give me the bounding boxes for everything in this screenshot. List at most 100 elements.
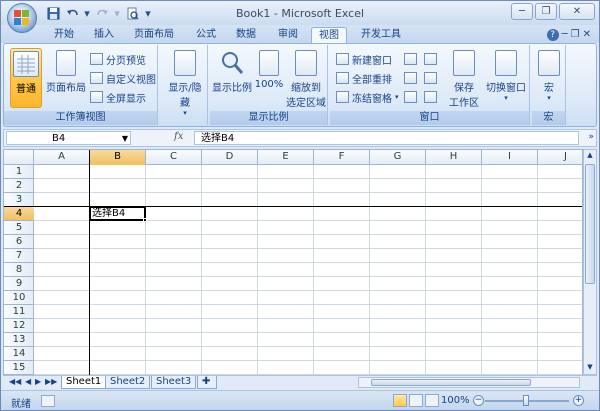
name-box[interactable]: B4 ▼ — [6, 131, 131, 145]
column-header[interactable]: B — [90, 150, 146, 165]
show-hide-button[interactable]: 显示/隐藏 ▾ — [164, 48, 206, 117]
unhide-window-button[interactable] — [404, 89, 417, 105]
new-window-button[interactable]: 新建窗口 — [336, 51, 392, 67]
tab-home[interactable]: 开始 — [49, 27, 79, 43]
column-header[interactable]: H — [426, 150, 482, 165]
insert-sheet-icon[interactable]: ✚ — [197, 376, 217, 389]
tab-review[interactable]: 审阅 — [273, 27, 303, 43]
close-button[interactable]: ✕ — [559, 3, 595, 20]
page-layout-view-button[interactable]: 页面布局 — [46, 48, 86, 108]
tab-view[interactable]: 视图 — [311, 27, 347, 43]
row-header[interactable]: 8 — [4, 263, 34, 277]
row-header[interactable]: 15 — [4, 361, 34, 375]
hide-window-button[interactable] — [404, 70, 417, 86]
freeze-panes-button[interactable]: 冻结窗格 ▾ — [336, 89, 399, 105]
insert-function-icon[interactable]: fx — [174, 131, 183, 142]
page-break-status-button[interactable] — [425, 394, 439, 407]
title-bar: ▾ ▾ ▾ Book1 - Microsoft Excel ─ ❐ ✕ — [1, 1, 599, 25]
row-header[interactable]: 12 — [4, 319, 34, 333]
column-header[interactable]: I — [482, 150, 538, 165]
row-header[interactable]: 13 — [4, 333, 34, 347]
column-header[interactable]: F — [314, 150, 370, 165]
row-header[interactable]: 10 — [4, 291, 34, 305]
switch-windows-button[interactable]: 切换窗口 ▾ — [484, 48, 528, 108]
workbook-restore-button[interactable]: ❐ — [571, 29, 580, 41]
prev-sheet-icon[interactable]: ◀ — [25, 377, 31, 386]
zoom-100-icon — [259, 50, 279, 76]
save-workspace-button[interactable]: 保存 工作区 — [446, 48, 482, 109]
row-header[interactable]: 11 — [4, 305, 34, 319]
name-box-value: B4 — [52, 133, 66, 144]
select-all-corner[interactable] — [4, 150, 34, 165]
arrange-all-button[interactable]: 全部重排 — [336, 70, 392, 86]
sheet-tab-sheet1[interactable]: Sheet1 — [61, 376, 107, 389]
row-header[interactable]: 7 — [4, 249, 34, 263]
vertical-scroll-thumb[interactable] — [585, 164, 595, 284]
row-header[interactable]: 9 — [4, 277, 34, 291]
zoom-button[interactable]: 显示比例 — [212, 48, 252, 108]
column-gridline — [313, 165, 314, 376]
zoom-level[interactable]: 100% — [441, 395, 470, 406]
zoom-slider-thumb[interactable] — [523, 395, 529, 406]
formula-input[interactable]: 选择B4 — [194, 131, 579, 145]
zoom-100-button[interactable]: 100% — [254, 48, 284, 108]
row-header[interactable]: 2 — [4, 179, 34, 193]
last-sheet-icon[interactable]: ▶▶ — [45, 377, 57, 386]
active-cell[interactable]: 选择B4 — [89, 206, 146, 221]
sheet-tab-sheet3[interactable]: Sheet3 — [151, 376, 197, 389]
zoom-to-selection-button[interactable]: 缩放到 选定区域 — [286, 48, 326, 109]
row-header[interactable]: 5 — [4, 221, 34, 235]
chevron-down-icon[interactable]: ▼ — [122, 132, 128, 145]
synchronous-scrolling-button[interactable] — [424, 70, 437, 86]
zoom-out-icon[interactable]: − — [473, 395, 484, 406]
workbook-close-button[interactable]: ✕ — [583, 29, 591, 41]
full-screen-button[interactable]: 全屏显示 — [90, 89, 146, 105]
tab-page-layout[interactable]: 页面布局 — [129, 27, 179, 43]
sheet-tab-sheet2[interactable]: Sheet2 — [105, 376, 151, 389]
horizontal-scroll-thumb[interactable] — [371, 379, 531, 386]
excel-window: ▾ ▾ ▾ Book1 - Microsoft Excel ─ ❐ ✕ 开始 插… — [0, 0, 600, 411]
horizontal-scrollbar[interactable] — [358, 377, 580, 388]
split-button[interactable] — [404, 51, 417, 67]
tab-formulas[interactable]: 公式 — [191, 27, 221, 43]
help-icon[interactable]: ? — [546, 29, 559, 41]
column-header[interactable]: G — [370, 150, 426, 165]
tab-insert[interactable]: 插入 — [89, 27, 119, 43]
column-header[interactable]: A — [34, 150, 90, 165]
expand-formula-bar-icon[interactable]: » — [588, 132, 594, 142]
worksheet-grid[interactable]: ABCDEFGHIJ 1 2 3 4 5 6 7 8 9 10 11 12 13 14 15 选择B4 — [3, 149, 594, 376]
page-break-preview-button[interactable]: 分页预览 — [90, 51, 146, 67]
column-header[interactable]: C — [146, 150, 202, 165]
fill-handle[interactable] — [143, 218, 147, 222]
normal-view-status-button[interactable] — [393, 394, 407, 407]
vertical-scrollbar[interactable]: ▲ ▼ — [583, 149, 597, 375]
custom-views-button[interactable]: 自定义视图 — [90, 70, 156, 86]
normal-view-button[interactable]: 普通 — [10, 48, 42, 108]
full-screen-icon — [90, 91, 103, 103]
row-header[interactable]: 1 — [4, 165, 34, 179]
minimize-button[interactable]: ─ — [511, 3, 533, 20]
row-header[interactable]: 3 — [4, 193, 34, 207]
page-layout-status-button[interactable] — [409, 394, 423, 407]
column-header[interactable]: E — [258, 150, 314, 165]
first-sheet-icon[interactable]: ◀◀ — [9, 377, 21, 386]
macros-button[interactable]: 宏 ▾ — [534, 48, 564, 108]
view-side-by-side-button[interactable] — [424, 51, 437, 67]
row-header[interactable]: 6 — [4, 235, 34, 249]
row-header[interactable]: 14 — [4, 347, 34, 361]
tab-data[interactable]: 数据 — [231, 27, 261, 43]
column-gridline — [537, 165, 538, 376]
office-button[interactable] — [7, 3, 37, 33]
column-header[interactable]: D — [202, 150, 258, 165]
scroll-up-icon[interactable]: ▲ — [585, 151, 595, 161]
page-layout-icon — [56, 50, 76, 76]
workbook-minimize-button[interactable]: ─ — [562, 29, 568, 41]
row-header[interactable]: 4 — [4, 207, 34, 221]
macro-record-icon[interactable] — [41, 395, 55, 407]
next-sheet-icon[interactable]: ▶ — [35, 377, 41, 386]
reset-window-position-button[interactable] — [424, 89, 437, 105]
scroll-down-icon[interactable]: ▼ — [585, 363, 595, 373]
restore-button[interactable]: ❐ — [535, 3, 557, 20]
zoom-in-icon[interactable]: + — [573, 395, 584, 406]
tab-developer[interactable]: 开发工具 — [357, 27, 405, 43]
